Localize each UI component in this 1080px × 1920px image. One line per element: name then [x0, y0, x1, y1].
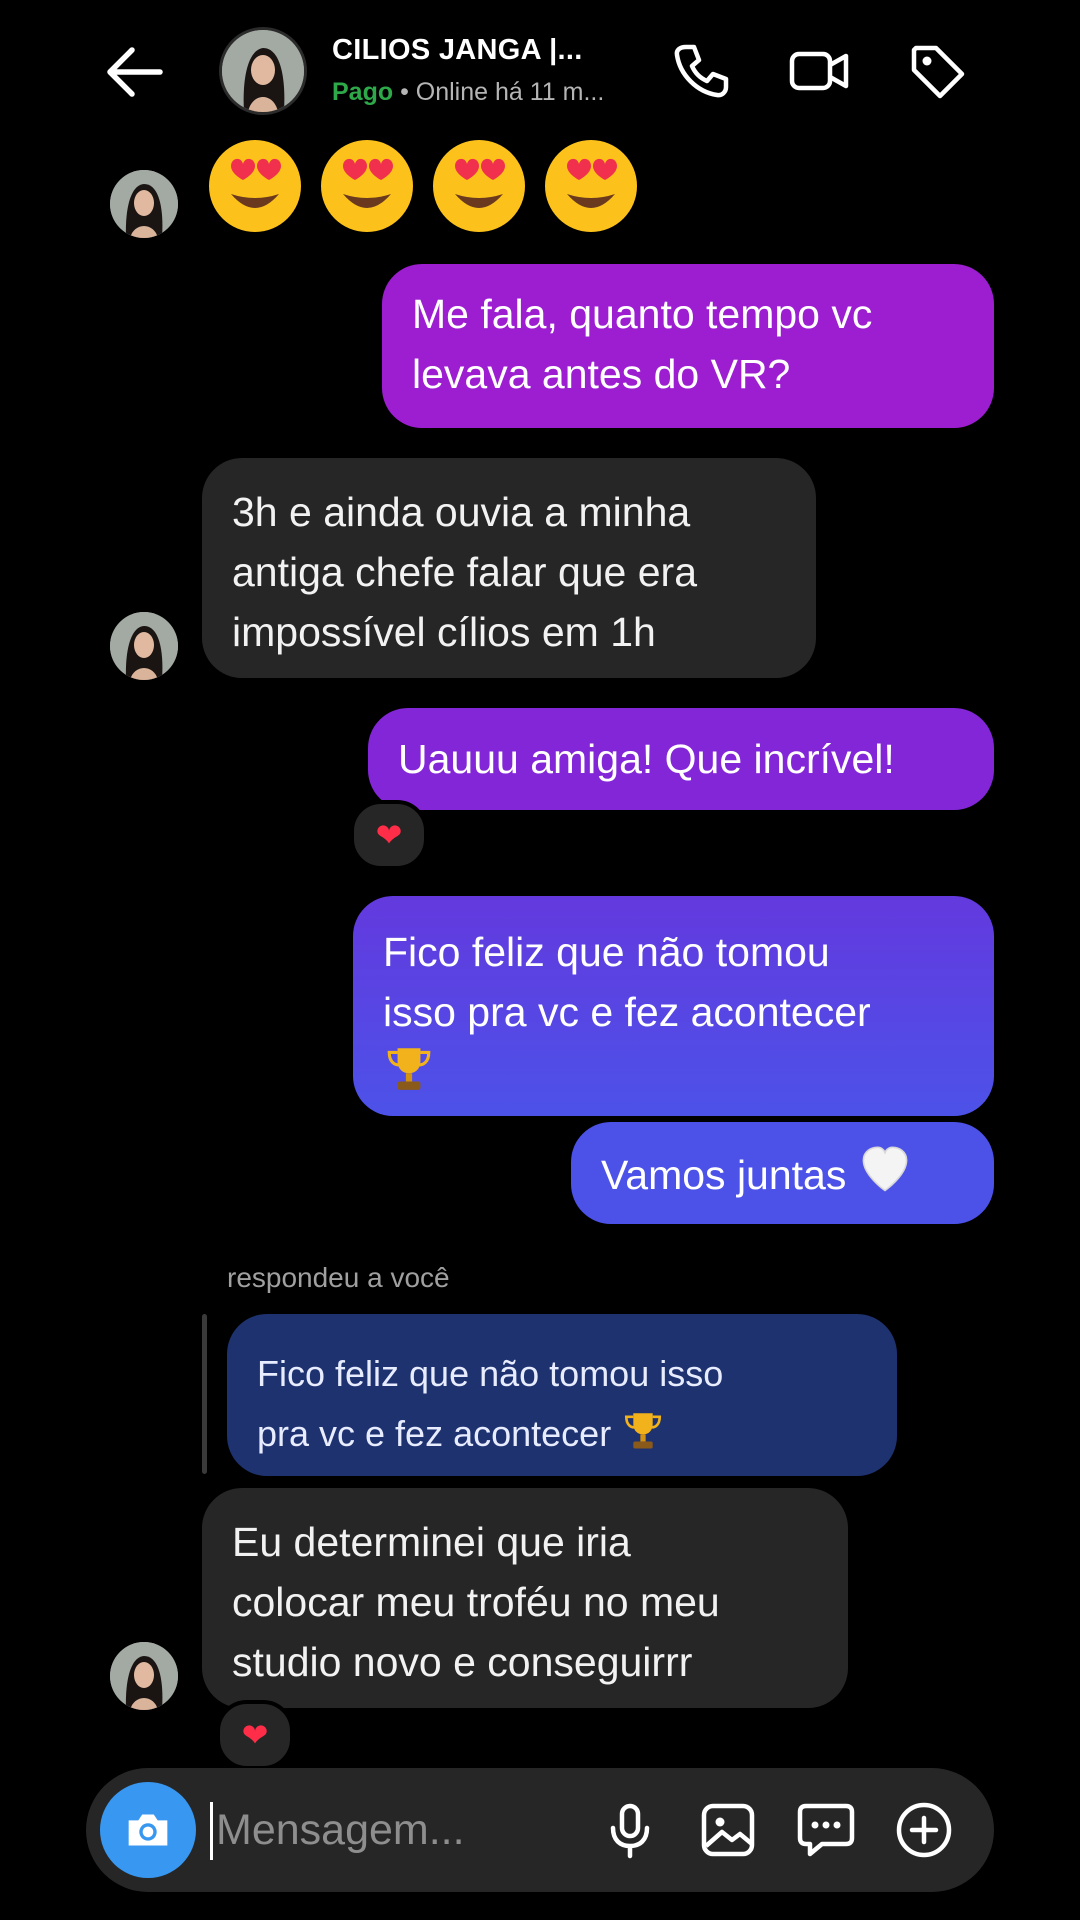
message-line: colocar meu troféu no meu — [232, 1579, 720, 1625]
trophy-emoji — [383, 1042, 964, 1102]
heart-eyes-emoji — [205, 136, 305, 236]
message-line: Uauuu amiga! Que incrível! — [398, 736, 895, 782]
video-call-icon[interactable] — [786, 38, 852, 104]
message-line: impossível cílios em 1h — [232, 609, 656, 655]
outgoing-message[interactable]: Uauuu amiga! Que incrível! — [368, 708, 994, 810]
incoming-message[interactable]: Eu determinei que iria colocar meu trofé… — [202, 1488, 848, 1708]
camera-icon[interactable] — [100, 1782, 196, 1878]
contact-name[interactable]: CILIOS JANGA |... — [332, 34, 583, 67]
incoming-message[interactable]: 3h e ainda ouvia a minha antiga chefe fa… — [202, 458, 816, 678]
heart-reaction[interactable]: ❤ — [350, 800, 428, 870]
reply-indicator-bar — [202, 1314, 207, 1474]
heart-eyes-emoji — [317, 136, 417, 236]
message-line: levava antes do VR? — [412, 351, 791, 397]
message-line: Vamos juntas — [601, 1152, 847, 1198]
chat-header: CILIOS JANGA |... Pago • Online há 11 m.… — [0, 0, 1080, 150]
message-line: Eu determinei que iria — [232, 1519, 631, 1565]
message-line: Me fala, quanto tempo vc — [412, 291, 873, 337]
tag-icon[interactable] — [904, 38, 970, 104]
message-input[interactable] — [216, 1796, 516, 1864]
contact-avatar-small[interactable] — [110, 170, 178, 238]
add-icon[interactable] — [892, 1798, 956, 1862]
message-line: isso pra vc e fez acontecer — [383, 989, 871, 1035]
outgoing-message[interactable]: Fico feliz que não tomou isso pra vc e f… — [353, 896, 994, 1116]
emoji-message[interactable] — [205, 136, 641, 236]
sticker-icon[interactable] — [794, 1798, 858, 1862]
trophy-emoji — [625, 1413, 662, 1449]
heart-eyes-emoji — [429, 136, 529, 236]
contact-avatar-small[interactable] — [110, 612, 178, 680]
contact-avatar[interactable] — [219, 27, 307, 115]
message-line: 3h e ainda ouvia a minha — [232, 489, 691, 535]
online-status: • Online há 11 m... — [393, 78, 605, 106]
paid-label: Pago — [332, 78, 394, 106]
message-line: pra vc e fez acontecer — [257, 1404, 867, 1464]
contact-avatar-small[interactable] — [110, 1642, 178, 1710]
outgoing-message[interactable]: Me fala, quanto tempo vc levava antes do… — [382, 264, 994, 428]
phone-icon[interactable] — [666, 38, 732, 104]
heart-reaction[interactable]: ❤ — [216, 1700, 294, 1770]
message-line: antiga chefe falar que era — [232, 549, 697, 595]
microphone-icon[interactable] — [598, 1798, 662, 1862]
message-composer — [86, 1768, 994, 1892]
message-line: studio novo e conseguirrr — [232, 1639, 693, 1685]
text-caret — [210, 1802, 213, 1860]
contact-status: Pago • Online há 11 m... — [332, 78, 604, 107]
replied-message-quote[interactable]: Fico feliz que não tomou isso pra vc e f… — [227, 1314, 897, 1476]
outgoing-message[interactable]: Vamos juntas — [571, 1122, 994, 1224]
reply-label: respondeu a você — [227, 1262, 450, 1293]
gallery-icon[interactable] — [696, 1798, 760, 1862]
message-line: Fico feliz que não tomou — [383, 929, 830, 975]
white-heart-emoji — [858, 1143, 912, 1213]
heart-eyes-emoji — [541, 136, 641, 236]
message-line: Fico feliz que não tomou isso — [257, 1353, 724, 1394]
back-arrow-icon[interactable] — [98, 40, 172, 104]
